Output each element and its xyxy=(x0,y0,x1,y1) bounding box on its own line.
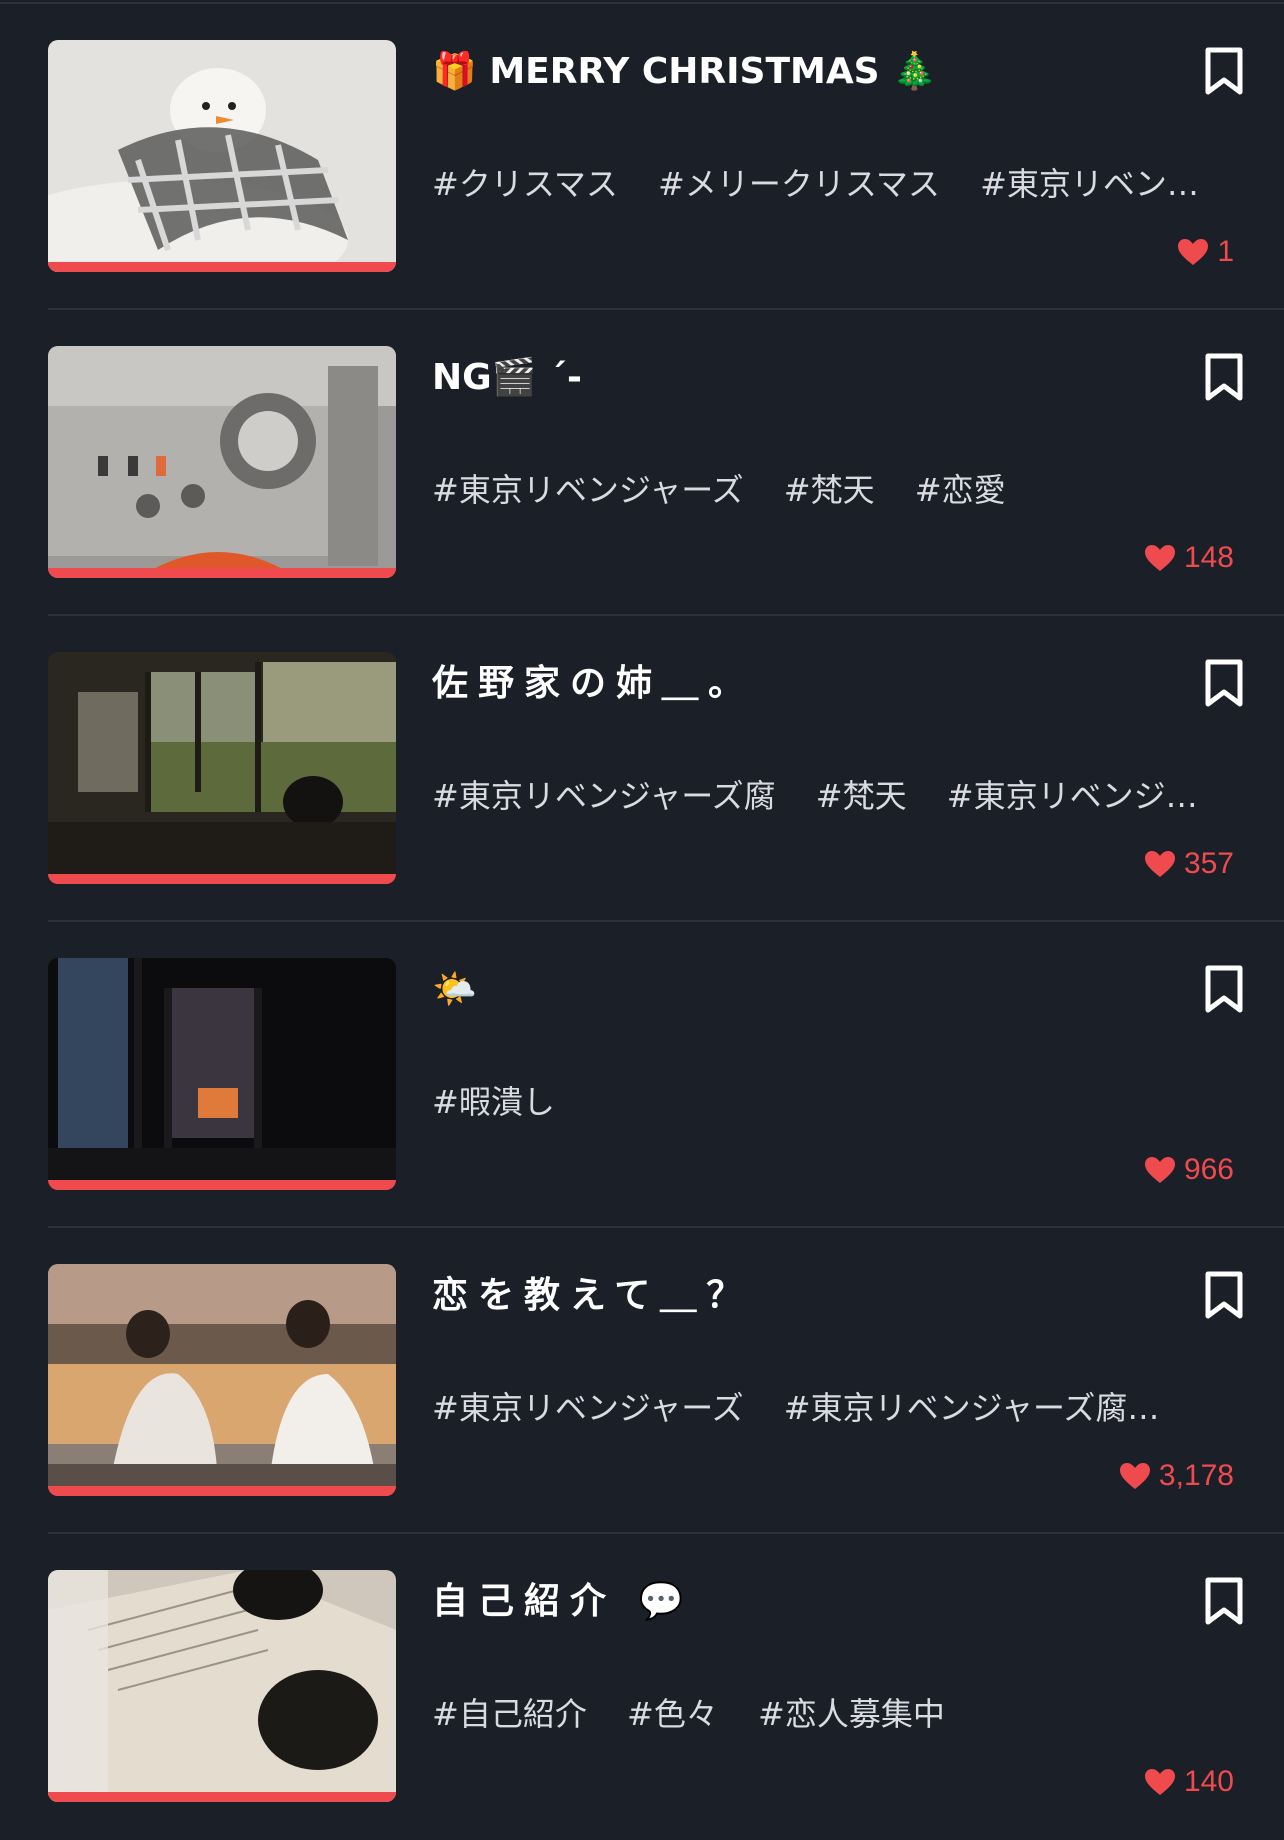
heart-icon xyxy=(1144,1769,1175,1795)
thumbnail-book[interactable] xyxy=(48,1570,396,1802)
tag-list: #暇潰し xyxy=(432,1080,1212,1124)
progress-bar xyxy=(48,262,396,272)
like-count[interactable]: 357 xyxy=(1144,844,1234,884)
post-list: 🎁 MERRY CHRISTMAS 🎄 #クリスマス #メリークリスマス #東京… xyxy=(0,0,1284,1840)
thumbnail-window[interactable] xyxy=(48,958,396,1190)
stereo-photo xyxy=(48,346,396,578)
tag[interactable]: #東京リベンジ… xyxy=(947,777,1198,815)
progress-bar xyxy=(48,568,396,578)
tag-list: #東京リベンジャーズ #梵天 #恋愛 xyxy=(432,468,1212,512)
tag-list: #自己紹介 #色々 #恋人募集中 xyxy=(432,1692,1212,1736)
heart-icon xyxy=(1119,1463,1150,1489)
like-count-value: 357 xyxy=(1183,847,1234,880)
list-item[interactable]: NG🎬 ´- #東京リベンジャーズ #梵天 #恋愛 148 xyxy=(0,310,1284,616)
tag[interactable]: #クリスマス xyxy=(432,165,618,203)
heart-icon xyxy=(1144,1157,1175,1183)
tag[interactable]: #暇潰し xyxy=(432,1083,555,1121)
post-title[interactable]: 🌤️ xyxy=(432,962,1152,1018)
bookmark-icon[interactable] xyxy=(1202,1576,1246,1626)
thumbnail-stereo[interactable] xyxy=(48,346,396,578)
post-title[interactable]: 自己紹介 💬 xyxy=(432,1574,1152,1630)
like-count-value: 1 xyxy=(1217,235,1234,268)
like-count[interactable]: 1 xyxy=(1177,232,1234,272)
thumbnail-train[interactable] xyxy=(48,652,396,884)
progress-bar xyxy=(48,1180,396,1190)
post-title[interactable]: NG🎬 ´- xyxy=(432,350,1152,406)
tag[interactable]: #梵天 xyxy=(816,777,907,815)
tag[interactable]: #東京リベンジャーズ xyxy=(432,471,744,509)
like-count[interactable]: 148 xyxy=(1144,538,1234,578)
like-count-value: 148 xyxy=(1183,541,1234,574)
like-count[interactable]: 966 xyxy=(1144,1150,1234,1190)
bookmark-icon[interactable] xyxy=(1202,964,1246,1014)
tag[interactable]: #東京リベンジャーズ腐… xyxy=(784,1389,1160,1427)
like-count[interactable]: 140 xyxy=(1144,1762,1234,1802)
like-count-value: 966 xyxy=(1183,1153,1234,1186)
post-title[interactable]: 恋を教えて＿？ xyxy=(432,1268,1152,1324)
post-title[interactable]: 佐野家の姉＿。 xyxy=(432,656,1152,712)
tag-list: #東京リベンジャーズ #東京リベンジャーズ腐… xyxy=(432,1386,1212,1430)
like-count[interactable]: 3,178 xyxy=(1119,1456,1234,1496)
bookmark-icon[interactable] xyxy=(1202,658,1246,708)
progress-bar xyxy=(48,1486,396,1496)
bookmark-icon[interactable] xyxy=(1202,352,1246,402)
progress-bar xyxy=(48,1792,396,1802)
list-item[interactable]: 佐野家の姉＿。 #東京リベンジャーズ腐 #梵天 #東京リベンジ… 357 xyxy=(0,616,1284,922)
list-item[interactable]: 自己紹介 💬 #自己紹介 #色々 #恋人募集中 140 xyxy=(0,1534,1284,1840)
thumbnail-snowman[interactable] xyxy=(48,40,396,272)
heart-icon xyxy=(1144,545,1175,571)
tag[interactable]: #メリークリスマス xyxy=(658,165,940,203)
bookmark-icon[interactable] xyxy=(1202,1270,1246,1320)
list-item[interactable]: 🎁 MERRY CHRISTMAS 🎄 #クリスマス #メリークリスマス #東京… xyxy=(0,4,1284,310)
tag[interactable]: #自己紹介 xyxy=(432,1695,587,1733)
like-count-value: 3,178 xyxy=(1158,1459,1234,1492)
tag[interactable]: #東京リベンジャーズ腐 xyxy=(432,777,776,815)
post-title[interactable]: 🎁 MERRY CHRISTMAS 🎄 xyxy=(432,44,1152,100)
dark-window-photo xyxy=(48,958,396,1190)
tag[interactable]: #恋愛 xyxy=(915,471,1006,509)
tag[interactable]: #恋人募集中 xyxy=(758,1695,945,1733)
couple-river-photo xyxy=(48,1264,396,1496)
tag-list: #クリスマス #メリークリスマス #東京リベン… xyxy=(432,162,1212,206)
tag[interactable]: #色々 xyxy=(627,1695,718,1733)
list-item[interactable]: 恋を教えて＿？ #東京リベンジャーズ #東京リベンジャーズ腐… 3,178 xyxy=(0,1228,1284,1534)
tag[interactable]: #梵天 xyxy=(784,471,875,509)
list-item[interactable]: 🌤️ #暇潰し 966 xyxy=(0,922,1284,1228)
tag-list: #東京リベンジャーズ腐 #梵天 #東京リベンジ… xyxy=(432,774,1212,818)
heart-icon xyxy=(1178,239,1209,265)
book-headphones-photo xyxy=(48,1570,396,1802)
like-count-value: 140 xyxy=(1183,1765,1234,1798)
tag[interactable]: #東京リベンジャーズ xyxy=(432,1389,744,1427)
heart-icon xyxy=(1144,851,1175,877)
snowman-photo xyxy=(48,40,396,272)
thumbnail-couple[interactable] xyxy=(48,1264,396,1496)
tag[interactable]: #東京リベン… xyxy=(980,165,1199,203)
bookmark-icon[interactable] xyxy=(1202,46,1246,96)
train-window-photo xyxy=(48,652,396,884)
progress-bar xyxy=(48,874,396,884)
